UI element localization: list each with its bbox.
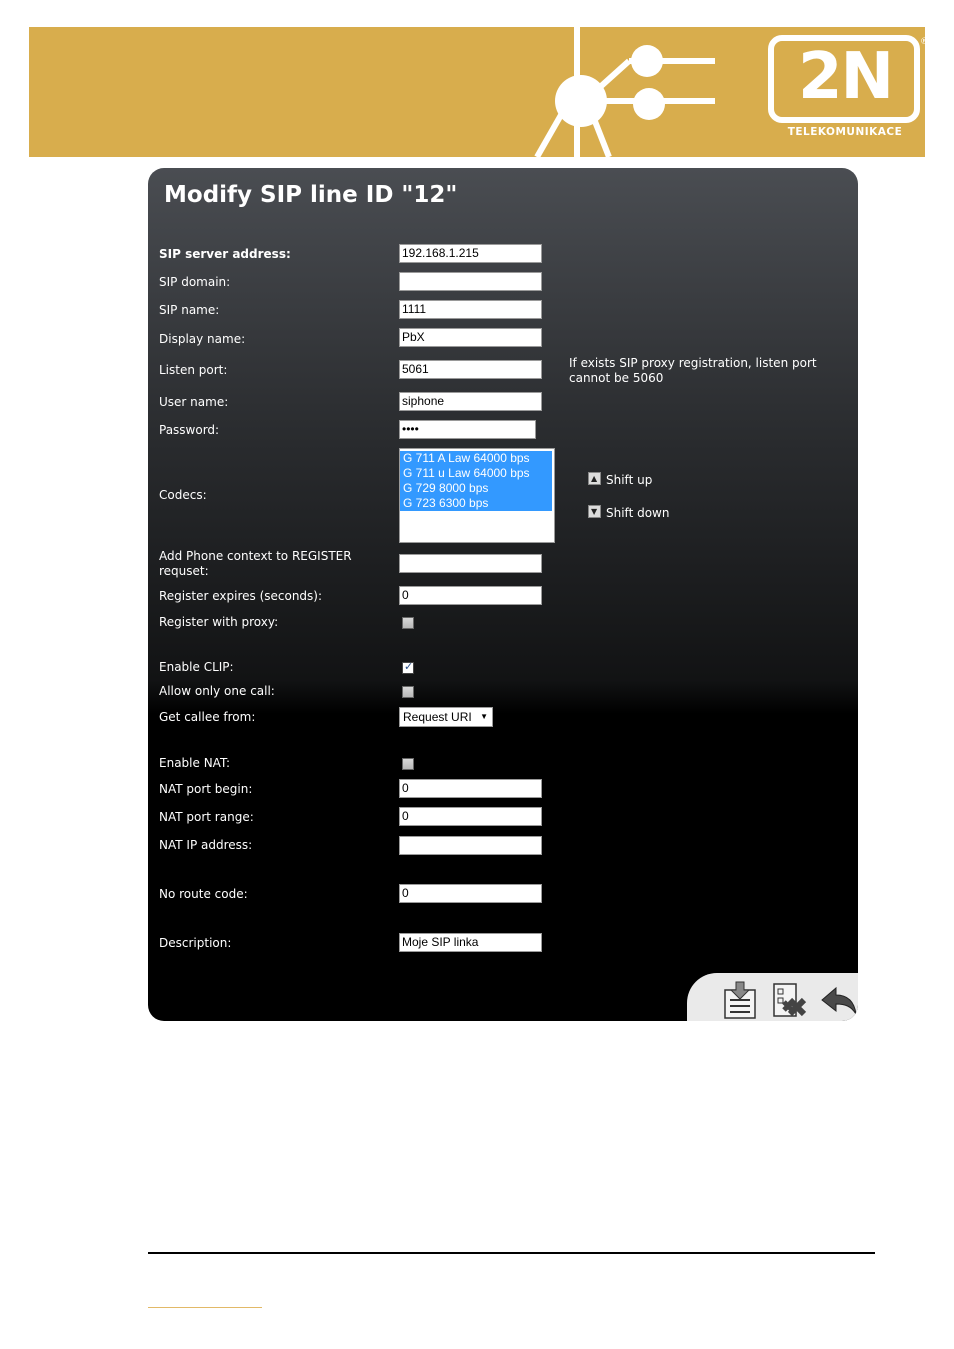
save-icon bbox=[724, 981, 756, 1019]
codec-option[interactable]: G 729 8000 bps bbox=[400, 481, 552, 496]
allow-one-call-checkbox[interactable] bbox=[402, 686, 414, 698]
sip-name-input[interactable]: 1111 bbox=[399, 300, 542, 319]
sip-name-label: SIP name: bbox=[159, 303, 220, 317]
description-label: Description: bbox=[159, 936, 232, 950]
footer-underline bbox=[148, 1307, 262, 1308]
enable-nat-checkbox[interactable] bbox=[402, 758, 414, 770]
password-input[interactable]: •••• bbox=[399, 420, 536, 439]
nat-ip-address-input[interactable] bbox=[399, 836, 542, 855]
nat-port-begin-input[interactable]: 0 bbox=[399, 779, 542, 798]
arrow-up-icon: ▲ bbox=[588, 472, 601, 485]
listen-port-input[interactable]: 5061 bbox=[399, 360, 542, 379]
codecs-label: Codecs: bbox=[159, 488, 207, 502]
display-name-label: Display name: bbox=[159, 332, 246, 346]
get-callee-from-value: Request URI bbox=[403, 710, 472, 724]
listen-port-note: If exists SIP proxy registration, listen… bbox=[569, 356, 817, 385]
back-button[interactable] bbox=[818, 980, 858, 1020]
shift-down-label: Shift down bbox=[606, 506, 670, 520]
codec-option[interactable]: G 711 u Law 64000 bps bbox=[400, 466, 552, 481]
enable-nat-label: Enable NAT: bbox=[159, 756, 230, 770]
password-label: Password: bbox=[159, 423, 220, 437]
user-name-input[interactable]: siphone bbox=[399, 392, 542, 411]
sip-domain-input[interactable] bbox=[399, 272, 542, 291]
shift-down-button[interactable]: ▼ Shift down bbox=[588, 505, 669, 520]
phone-context-input[interactable] bbox=[399, 554, 542, 573]
allow-one-call-label: Allow only one call: bbox=[159, 684, 275, 698]
enable-clip-checkbox[interactable]: ✓ bbox=[402, 660, 414, 674]
user-name-label: User name: bbox=[159, 395, 229, 409]
shift-up-label: Shift up bbox=[606, 473, 653, 487]
header-banner: 2N TELEKOMUNIKACE ® bbox=[29, 27, 925, 157]
nat-ip-address-label: NAT IP address: bbox=[159, 838, 253, 852]
register-with-proxy-checkbox[interactable] bbox=[402, 617, 414, 629]
arrow-down-icon: ▼ bbox=[588, 505, 601, 518]
listen-port-label: Listen port: bbox=[159, 363, 228, 377]
logo: 2N bbox=[797, 40, 894, 114]
register-expires-label: Register expires (seconds): bbox=[159, 589, 323, 603]
no-route-code-label: No route code: bbox=[159, 887, 248, 901]
register-expires-input[interactable]: 0 bbox=[399, 586, 542, 605]
sip-domain-label: SIP domain: bbox=[159, 275, 231, 289]
shift-up-button[interactable]: ▲ Shift up bbox=[588, 472, 652, 487]
description-input[interactable]: Moje SIP linka bbox=[399, 933, 542, 952]
back-arrow-icon bbox=[821, 986, 857, 1015]
phone-context-label: Add Phone context to REGISTER requset: bbox=[159, 549, 352, 578]
page-title: Modify SIP line ID "12" bbox=[164, 182, 458, 208]
get-callee-from-label: Get callee from: bbox=[159, 710, 256, 724]
save-button[interactable] bbox=[721, 980, 761, 1020]
get-callee-from-select[interactable]: Request URI ▼ bbox=[399, 707, 493, 727]
logo-subtitle: TELEKOMUNIKACE bbox=[787, 126, 903, 138]
checkmark-icon: ✓ bbox=[404, 660, 414, 673]
codec-option[interactable]: G 711 A Law 64000 bps bbox=[400, 451, 552, 466]
enable-clip-label: Enable CLIP: bbox=[159, 660, 234, 674]
sip-line-panel: Modify SIP line ID "12" SIP server addre… bbox=[148, 168, 858, 1021]
display-name-input[interactable]: PbX bbox=[399, 328, 542, 347]
delete-icon bbox=[773, 983, 807, 1017]
page-divider bbox=[148, 1252, 875, 1254]
sip-server-address-label: SIP server address: bbox=[159, 247, 291, 261]
register-with-proxy-label: Register with proxy: bbox=[159, 615, 279, 629]
codec-option[interactable]: G 723 6300 bps bbox=[400, 496, 552, 511]
no-route-code-input[interactable]: 0 bbox=[399, 884, 542, 903]
registered-mark: ® bbox=[920, 37, 925, 47]
sip-server-address-input[interactable]: 192.168.1.215 bbox=[399, 244, 542, 263]
chevron-down-icon: ▼ bbox=[480, 712, 488, 721]
nat-port-begin-label: NAT port begin: bbox=[159, 782, 253, 796]
nat-port-range-input[interactable]: 0 bbox=[399, 807, 542, 826]
nat-port-range-label: NAT port range: bbox=[159, 810, 254, 824]
delete-button[interactable] bbox=[770, 980, 810, 1020]
codecs-listbox[interactable]: G 711 A Law 64000 bps G 711 u Law 64000 … bbox=[399, 448, 555, 543]
